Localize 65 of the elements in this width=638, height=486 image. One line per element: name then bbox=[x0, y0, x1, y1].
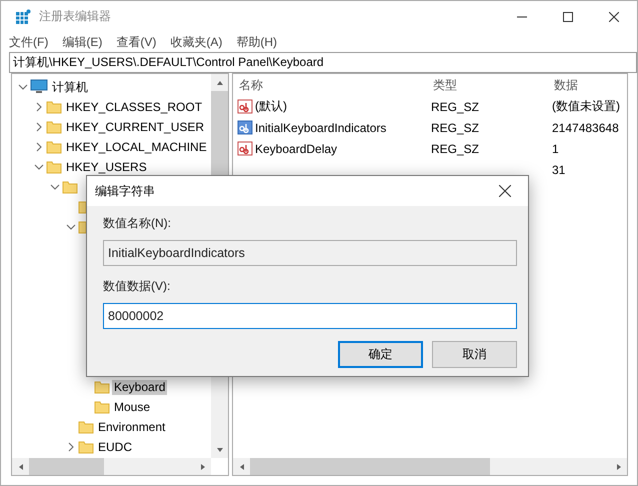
value-name[interactable]: InitialKeyboardIndicators bbox=[237, 120, 431, 136]
value-data: 31 bbox=[552, 162, 566, 176]
scrollbar-thumb[interactable] bbox=[250, 458, 490, 475]
column-header[interactable]: 类型 bbox=[433, 76, 554, 94]
address-bar[interactable]: 计算机\HKEY_USERS\.DEFAULT\Control Panel\Keyboard bbox=[9, 52, 637, 73]
folder-icon bbox=[94, 399, 110, 415]
string-value-icon bbox=[237, 98, 253, 114]
window-title: 注册表编辑器 bbox=[39, 8, 111, 25]
tree-item[interactable]: 计算机 bbox=[50, 80, 90, 94]
value-data: (数值未设置) bbox=[552, 98, 621, 115]
column-header[interactable]: 数据 bbox=[554, 76, 627, 94]
expand-chevron-icon[interactable] bbox=[34, 142, 44, 152]
folder-icon bbox=[62, 179, 78, 195]
folder-icon bbox=[94, 379, 110, 395]
expand-chevron-icon[interactable] bbox=[34, 102, 44, 112]
value-type: REG_SZ bbox=[431, 142, 480, 156]
menu-item[interactable]: 收藏夹(A) bbox=[168, 34, 224, 50]
scrollbar-thumb[interactable] bbox=[29, 458, 104, 475]
menu-item[interactable]: 帮助(H) bbox=[234, 34, 279, 50]
tree-item[interactable]: Environment bbox=[96, 420, 168, 434]
tree-item[interactable]: EUDC bbox=[96, 440, 134, 454]
string-value-icon bbox=[237, 120, 253, 136]
tree-item[interactable]: HKEY_CURRENT_USER bbox=[64, 120, 206, 134]
menu-item[interactable]: 编辑(E) bbox=[60, 34, 104, 50]
collapse-chevron-icon[interactable] bbox=[18, 82, 28, 92]
tree-item[interactable]: HKEY_LOCAL_MACHINE bbox=[64, 140, 209, 154]
ok-button[interactable]: 确定 bbox=[338, 341, 423, 368]
menu-item[interactable]: 文件(F) bbox=[7, 34, 50, 50]
collapse-chevron-icon[interactable] bbox=[66, 222, 76, 232]
value-data: 1 bbox=[552, 142, 560, 156]
tree-item[interactable]: Mouse bbox=[112, 400, 152, 414]
folder-icon bbox=[46, 139, 62, 155]
folder-icon bbox=[46, 119, 62, 135]
collapse-chevron-icon[interactable] bbox=[50, 182, 60, 192]
close-icon bbox=[499, 185, 511, 197]
value-data: 2147483648 bbox=[552, 120, 620, 134]
horizontal-scrollbar[interactable] bbox=[233, 458, 627, 475]
tree-item[interactable]: HKEY_CLASSES_ROOT bbox=[64, 100, 204, 114]
folder-icon bbox=[78, 439, 94, 455]
field-label: 数值名称(N): bbox=[103, 215, 172, 232]
collapse-chevron-icon[interactable] bbox=[34, 162, 44, 172]
folder-icon bbox=[46, 99, 62, 115]
value-name[interactable]: (默认) bbox=[237, 98, 431, 115]
tree-item[interactable]: Keyboard bbox=[112, 380, 168, 394]
expand-chevron-icon[interactable] bbox=[34, 122, 44, 132]
value-type: REG_SZ bbox=[431, 100, 480, 114]
value-name-field[interactable]: InitialKeyboardIndicators bbox=[103, 240, 517, 266]
column-header[interactable]: 名称 bbox=[239, 76, 433, 94]
field-label: 数值数据(V): bbox=[103, 278, 172, 295]
dialog-title: 编辑字符串 bbox=[95, 182, 155, 200]
tree-item[interactable]: HKEY_USERS bbox=[64, 160, 149, 174]
maximize-icon bbox=[563, 12, 573, 22]
string-value-icon bbox=[237, 140, 253, 156]
value-name[interactable]: KeyboardDelay bbox=[237, 140, 431, 156]
value-data-field[interactable]: 80000002 bbox=[103, 303, 517, 329]
menu-item[interactable]: 查看(V) bbox=[114, 34, 158, 50]
registry-icon bbox=[15, 8, 31, 24]
folder-icon bbox=[46, 159, 62, 175]
value-type: REG_SZ bbox=[431, 120, 480, 134]
computer-icon bbox=[30, 79, 48, 95]
folder-icon bbox=[78, 419, 94, 435]
expand-chevron-icon[interactable] bbox=[66, 442, 76, 452]
cancel-button[interactable]: 取消 bbox=[432, 341, 517, 368]
horizontal-scrollbar[interactable] bbox=[12, 458, 211, 475]
close-icon bbox=[609, 12, 619, 22]
